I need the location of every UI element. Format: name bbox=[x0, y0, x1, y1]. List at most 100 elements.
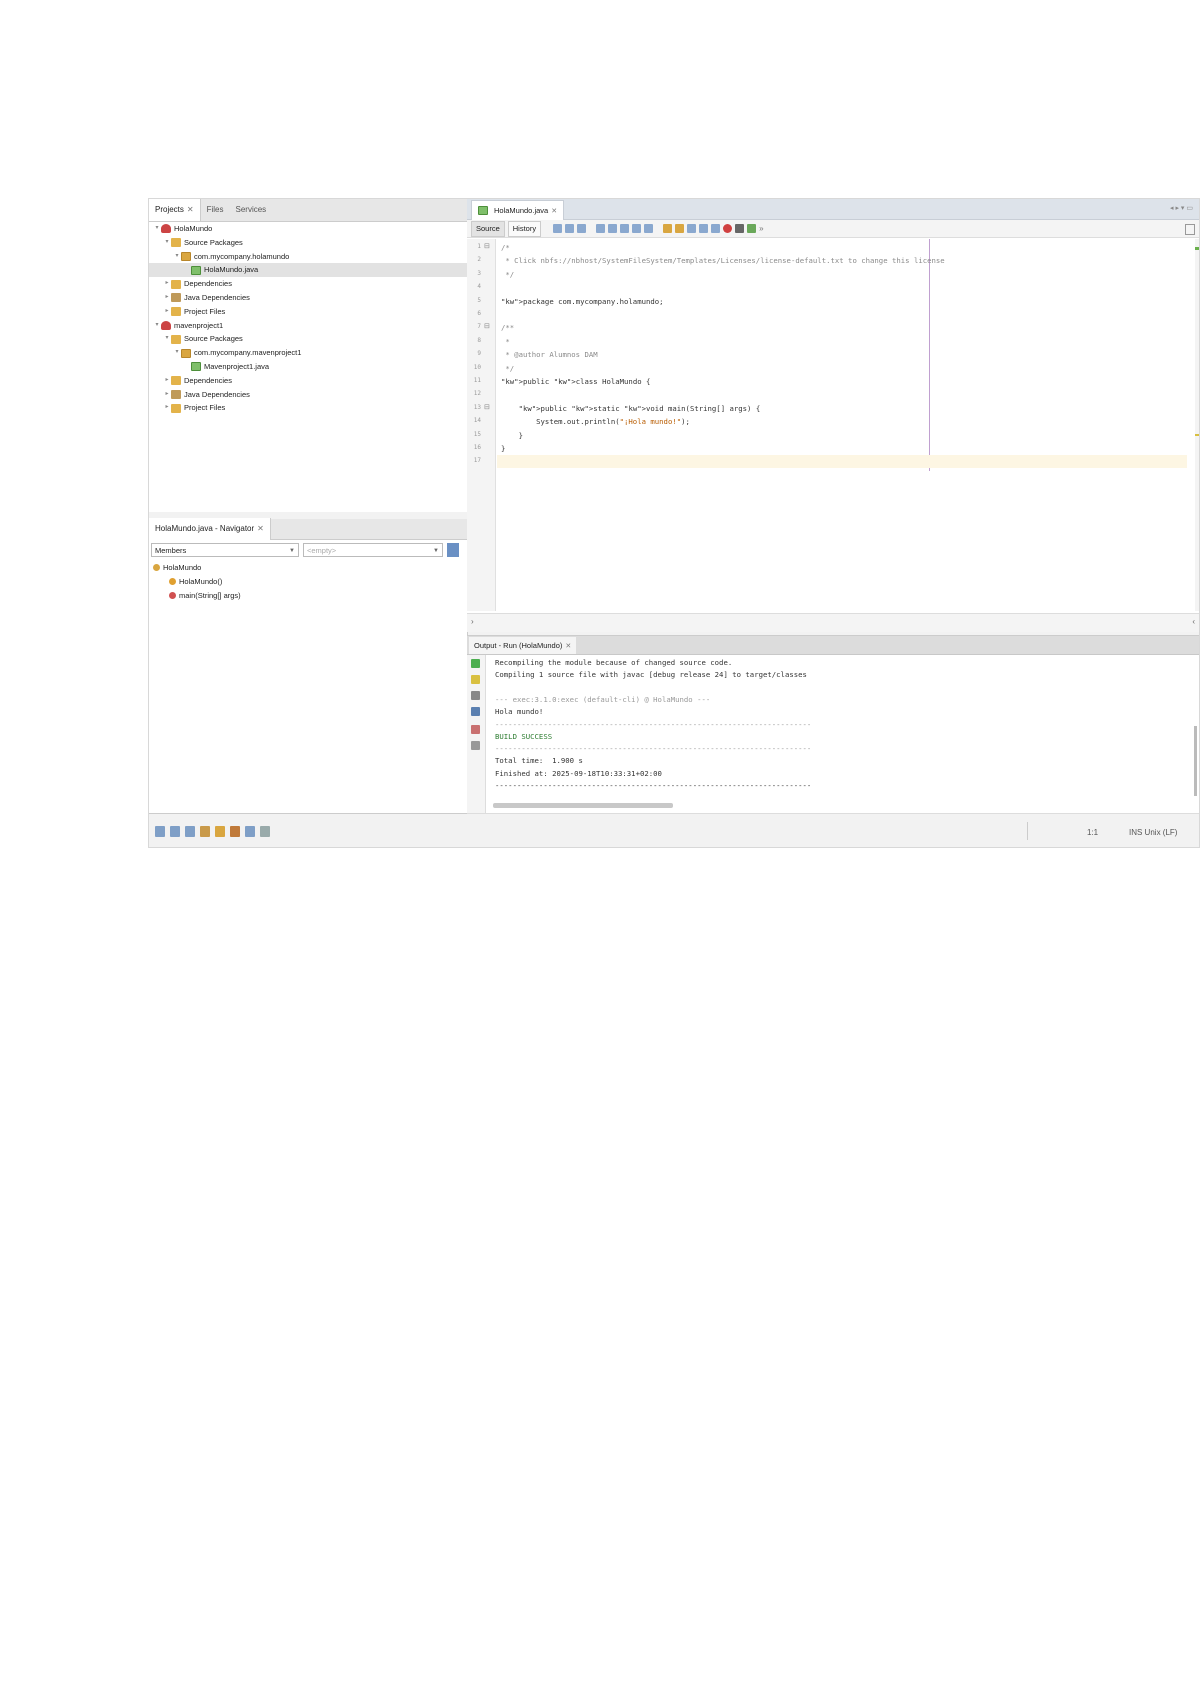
shift-right-icon[interactable] bbox=[699, 224, 709, 233]
find-icon[interactable] bbox=[596, 224, 606, 233]
chevron-down-icon[interactable]: ▾ bbox=[153, 319, 161, 333]
scroll-left-icon[interactable]: › bbox=[471, 617, 474, 626]
output-tab[interactable]: Output - Run (HolaMundo) ✕ bbox=[469, 637, 577, 654]
tab-navigator[interactable]: HolaMundo.java - Navigator ✕ bbox=[149, 518, 271, 540]
split-icon[interactable] bbox=[1185, 224, 1195, 235]
comment-icon[interactable] bbox=[711, 224, 721, 233]
project-tree[interactable]: ▾ HolaMundo ▾ Source Packages ▾ com.mycompany… bbox=[149, 222, 468, 512]
tree-node-label: Java Dependencies bbox=[184, 389, 250, 399]
tree-node[interactable]: ▸ Dependencies bbox=[149, 277, 467, 291]
toggle-bookmark-icon[interactable] bbox=[644, 224, 654, 233]
history-view-button[interactable]: History bbox=[507, 220, 542, 237]
close-icon[interactable]: ✕ bbox=[551, 207, 557, 215]
tab-projects[interactable]: Projects ✕ bbox=[149, 199, 201, 221]
members-combo[interactable]: Members ▼ bbox=[151, 543, 299, 557]
tree-node[interactable]: ▾ mavenproject1 bbox=[149, 319, 467, 333]
window-controls-icon[interactable]: ◂ ▸ ▾ ▭ bbox=[1170, 204, 1193, 212]
find-next-icon[interactable] bbox=[620, 224, 630, 233]
sync-icon[interactable] bbox=[447, 543, 459, 557]
method-icon bbox=[169, 578, 176, 586]
start-macro-icon[interactable] bbox=[723, 224, 733, 233]
rerun-options-icon[interactable] bbox=[471, 675, 480, 684]
fold-icon[interactable]: ⊟ bbox=[484, 322, 490, 330]
rerun-icon[interactable] bbox=[471, 659, 480, 668]
shift-left-icon[interactable] bbox=[687, 224, 697, 233]
filter-combo[interactable]: <empty> ▼ bbox=[303, 543, 443, 557]
chevron-down-icon[interactable]: ▾ bbox=[163, 332, 171, 346]
stop-icon[interactable] bbox=[471, 691, 480, 700]
tree-node[interactable]: ▸ Java Dependencies bbox=[149, 291, 467, 305]
fold-icon[interactable]: ⊟ bbox=[484, 242, 490, 250]
diff-icon[interactable] bbox=[747, 224, 757, 233]
filter-icon[interactable] bbox=[155, 826, 165, 837]
tree-node-label: HolaMundo bbox=[174, 224, 213, 233]
stop-macro-icon[interactable] bbox=[735, 224, 745, 233]
chevron-down-icon[interactable]: ▾ bbox=[173, 346, 181, 360]
tree-node[interactable]: HolaMundo.java bbox=[149, 263, 467, 278]
output-line: ----------------------------------------… bbox=[495, 781, 812, 790]
sort-name-icon[interactable] bbox=[245, 826, 255, 837]
chevron-right-icon[interactable]: ▸ bbox=[163, 374, 171, 388]
chevron-down-icon[interactable]: ▾ bbox=[163, 236, 171, 250]
static-icon[interactable] bbox=[185, 826, 195, 837]
chevron-down-icon[interactable]: ▾ bbox=[173, 250, 181, 264]
tree-node[interactable]: ▸ Project Files bbox=[149, 401, 467, 415]
output-hscroll[interactable] bbox=[493, 803, 673, 808]
code-line: * bbox=[501, 336, 510, 346]
forward-icon[interactable] bbox=[577, 224, 587, 233]
navigator-node[interactable]: HolaMundo bbox=[149, 561, 467, 575]
more-icon[interactable]: » bbox=[759, 224, 763, 233]
chevron-right-icon[interactable]: ▸ bbox=[163, 291, 171, 305]
fold-icon[interactable]: ⊟ bbox=[484, 403, 490, 411]
tree-node[interactable]: ▾ com.mycompany.mavenproject1 bbox=[149, 346, 467, 360]
tab-services[interactable]: Services bbox=[230, 199, 273, 221]
line-number: 6 bbox=[477, 310, 481, 317]
close-icon[interactable]: ✕ bbox=[565, 642, 571, 650]
prev-bookmark-icon[interactable] bbox=[663, 224, 673, 233]
toggle-highlight-icon[interactable] bbox=[632, 224, 642, 233]
code-area[interactable]: /* * Click nbfs://nbhost/SystemFileSyste… bbox=[497, 239, 1187, 611]
output-vscroll[interactable] bbox=[1194, 726, 1197, 796]
back-icon[interactable] bbox=[565, 224, 575, 233]
settings-icon[interactable] bbox=[471, 707, 480, 716]
navigator-tree[interactable]: HolaMundo HolaMundo() main(String[] args) bbox=[149, 561, 467, 602]
chevron-right-icon[interactable]: ▸ bbox=[163, 388, 171, 402]
next-bookmark-icon[interactable] bbox=[675, 224, 685, 233]
wrap-icon[interactable] bbox=[471, 741, 480, 750]
left-panel: Projects ✕ Files Services ▾ HolaMundo ▾ Sou… bbox=[149, 199, 468, 847]
editor-tab-holamundo[interactable]: HolaMundo.java ✕ bbox=[471, 200, 565, 220]
tree-node[interactable]: ▸ Project Files bbox=[149, 305, 467, 319]
tree-node[interactable]: Mavenproject1.java bbox=[149, 360, 467, 374]
source-view-button[interactable]: Source bbox=[471, 220, 505, 237]
clear-icon[interactable] bbox=[471, 725, 480, 734]
close-icon[interactable]: ✕ bbox=[257, 518, 264, 540]
tab-files[interactable]: Files bbox=[201, 199, 230, 221]
package-icon[interactable] bbox=[200, 826, 210, 837]
line-number: 1 bbox=[477, 243, 481, 250]
find-prev-icon[interactable] bbox=[608, 224, 618, 233]
inherited-icon[interactable] bbox=[215, 826, 225, 837]
close-icon[interactable]: ✕ bbox=[187, 199, 194, 221]
navigator-node[interactable]: HolaMundo() bbox=[149, 575, 467, 589]
tree-node[interactable]: ▾ Source Packages bbox=[149, 236, 467, 250]
tree-node[interactable]: ▾ com.mycompany.holamundo bbox=[149, 250, 467, 264]
tree-node[interactable]: ▾ HolaMundo bbox=[149, 222, 467, 236]
fields-icon[interactable] bbox=[170, 826, 180, 837]
sort-icon[interactable] bbox=[230, 826, 240, 837]
navigator-node[interactable]: main(String[] args) bbox=[149, 589, 467, 603]
chevron-right-icon[interactable]: ▸ bbox=[163, 401, 171, 415]
error-stripe bbox=[1195, 239, 1199, 611]
chevron-down-icon[interactable]: ▾ bbox=[153, 222, 161, 236]
code-line: /* bbox=[501, 243, 510, 252]
output-line: Compiling 1 source file with javac [debu… bbox=[495, 670, 807, 680]
expand-icon[interactable] bbox=[260, 826, 270, 837]
code-line: } bbox=[501, 430, 523, 440]
tree-node[interactable]: ▸ Dependencies bbox=[149, 374, 467, 388]
last-edit-icon[interactable] bbox=[553, 224, 563, 233]
editor-hscroll[interactable]: › ‹ bbox=[467, 613, 1199, 632]
chevron-right-icon[interactable]: ▸ bbox=[163, 305, 171, 319]
chevron-right-icon[interactable]: ▸ bbox=[163, 277, 171, 291]
scroll-right-icon[interactable]: ‹ bbox=[1192, 617, 1195, 626]
tree-node[interactable]: ▸ Java Dependencies bbox=[149, 388, 467, 402]
tree-node[interactable]: ▾ Source Packages bbox=[149, 332, 467, 346]
